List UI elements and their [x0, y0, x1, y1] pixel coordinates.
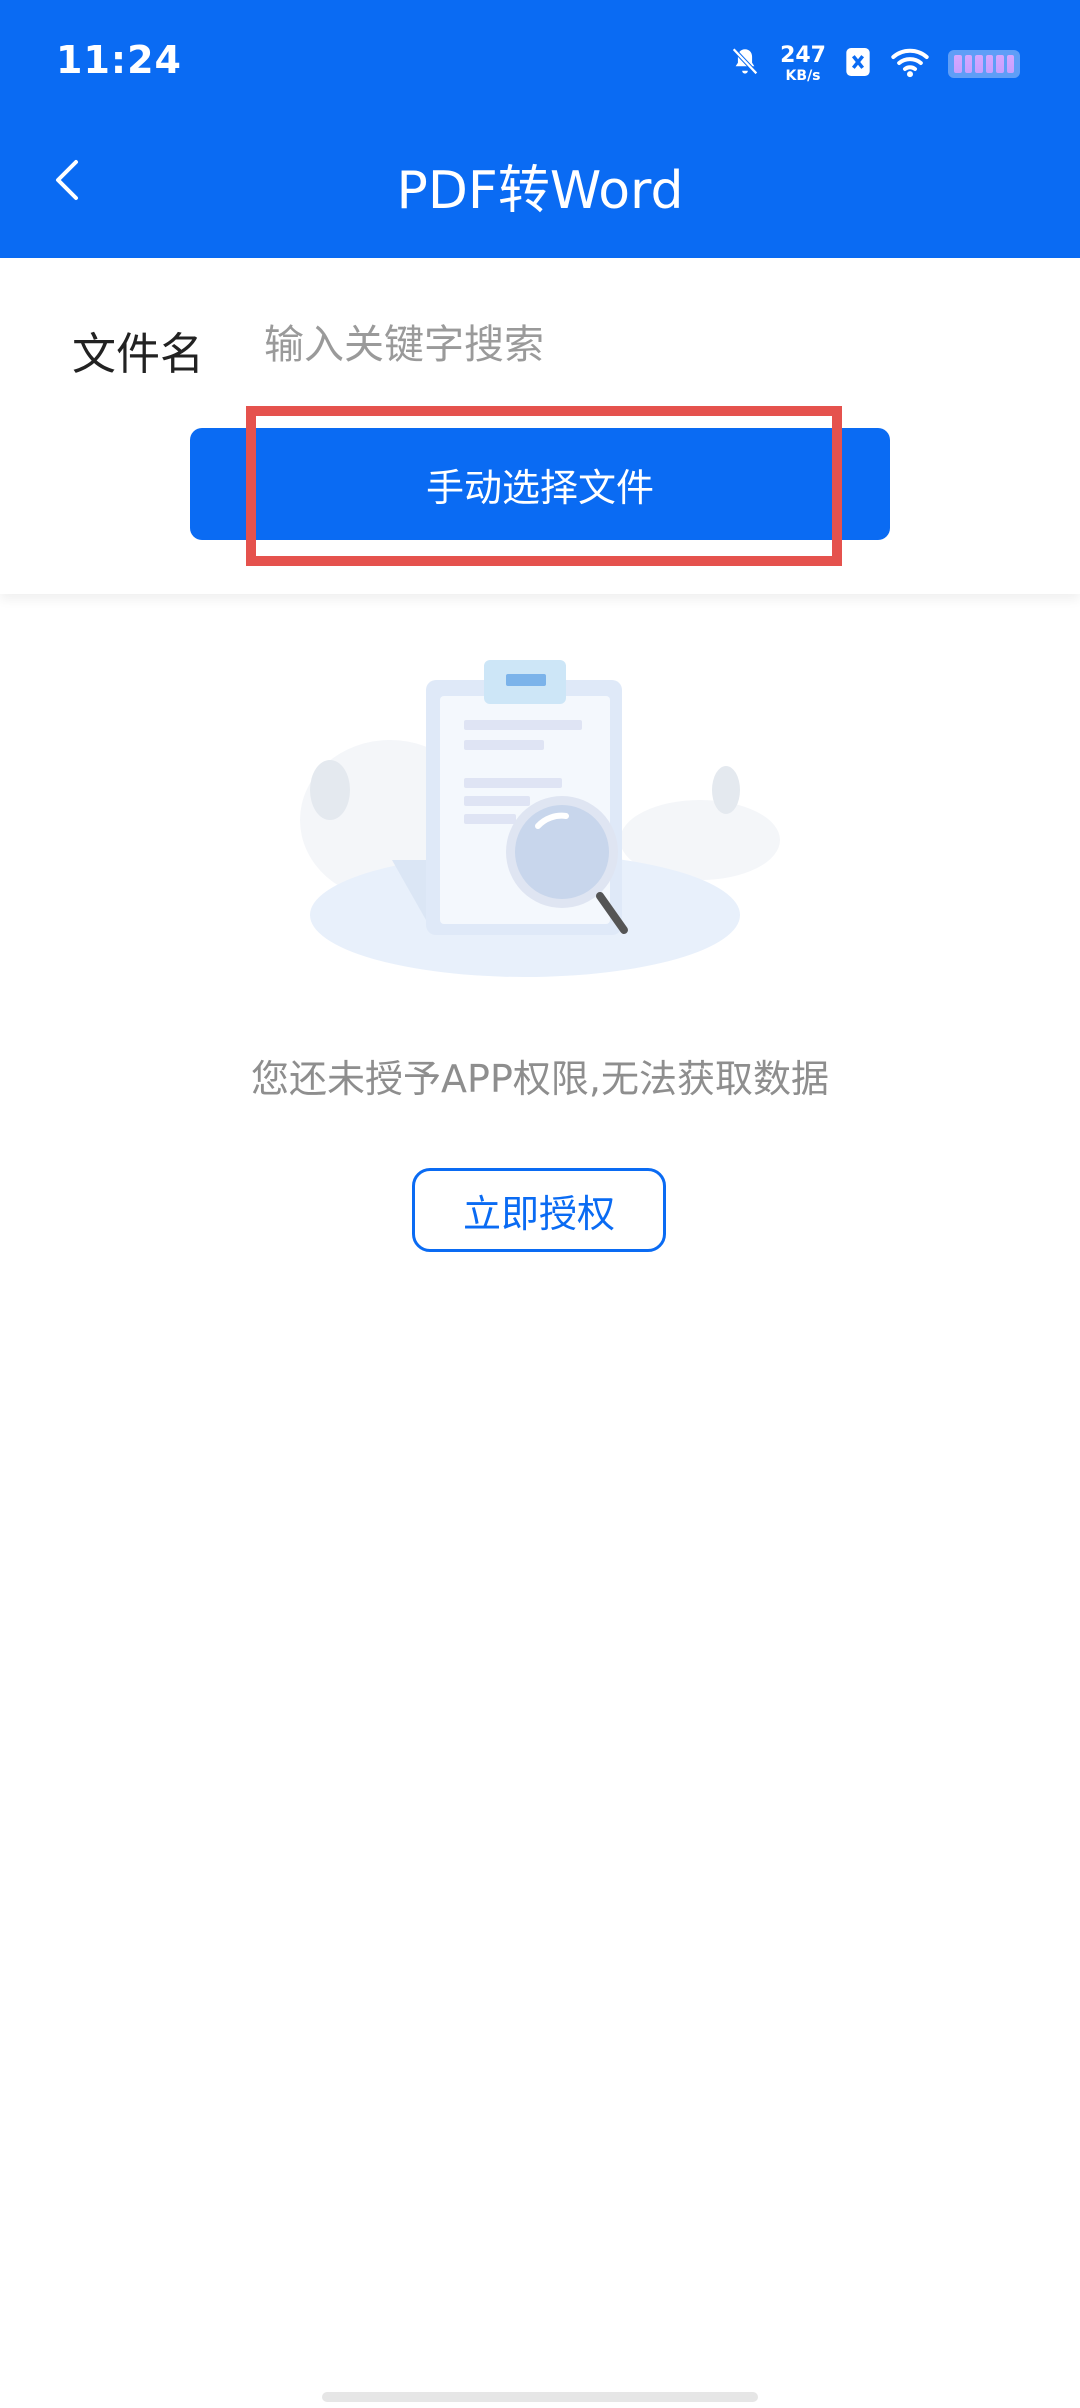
wifi-icon: [890, 45, 930, 83]
network-speed-unit: KB/s: [785, 68, 821, 84]
status-time: 11:24: [56, 38, 182, 82]
page-title: PDF转Word: [396, 161, 684, 221]
file-search-card: 文件名 手动选择文件: [0, 258, 1080, 594]
empty-state-message: 您还未授予APP权限,无法获取数据: [251, 1057, 829, 1101]
filename-label: 文件名: [72, 329, 204, 380]
network-speed: 247 KB/s: [780, 43, 826, 84]
search-input[interactable]: [262, 310, 1022, 380]
status-icons: 247 KB/s: [728, 40, 1020, 88]
battery-icon: [948, 50, 1020, 78]
app-header: 11:24 247 KB/s PDF转Word: [0, 0, 1080, 258]
nfc-icon: [844, 45, 872, 83]
authorize-button[interactable]: 立即授权: [412, 1168, 666, 1252]
network-speed-value: 247: [780, 43, 826, 68]
highlight-box: [246, 406, 842, 566]
home-indicator[interactable]: [322, 2392, 758, 2402]
document-search-illustration: [300, 640, 780, 1000]
bell-muted-icon: [728, 45, 762, 83]
